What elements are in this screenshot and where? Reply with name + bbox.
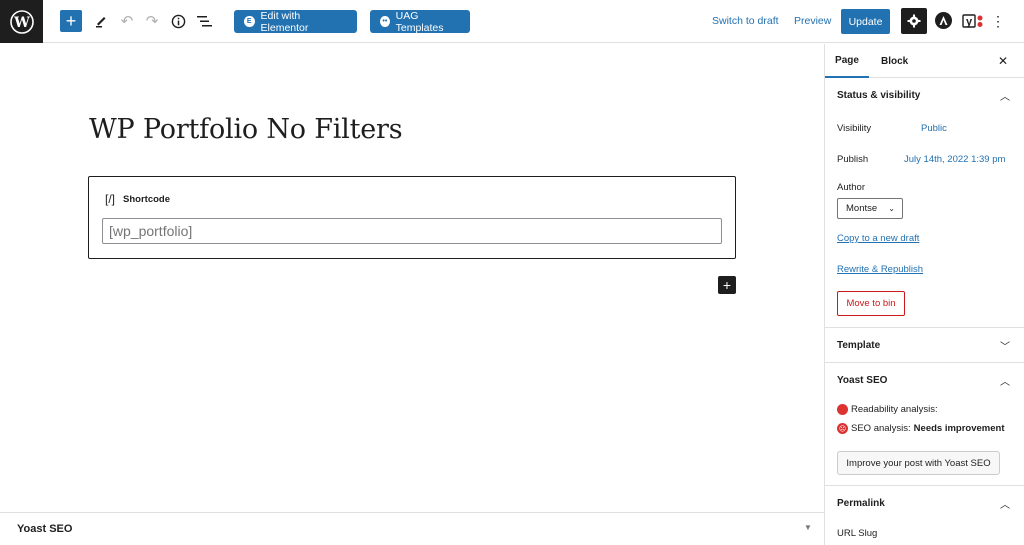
yoast-metabox-title: Yoast SEO	[17, 523, 73, 535]
redo-icon: ↷	[145, 13, 159, 30]
info-icon	[171, 14, 185, 28]
close-icon: ✕	[998, 54, 1009, 68]
shortcode-icon: [/]	[105, 192, 116, 206]
copy-to-new-draft-link[interactable]: Copy to a new draft	[837, 233, 919, 244]
status-visibility-panel-toggle[interactable]: Status & visibility ︿	[825, 78, 1024, 112]
settings-button[interactable]	[901, 8, 927, 34]
astra-settings-button[interactable]	[935, 12, 952, 29]
rewrite-republish-link[interactable]: Rewrite & Republish	[837, 264, 923, 275]
settings-sidebar: Page Block ✕ Status & visibility ︿ Visib…	[824, 44, 1024, 545]
chevron-down-icon: ﹀	[1000, 341, 1010, 353]
options-menu-button[interactable]: ⋮	[991, 11, 1005, 31]
shortcode-block-name: Shortcode	[123, 193, 170, 205]
edit-with-elementor-label: Edit with Elementor	[260, 9, 309, 34]
post-title[interactable]: WP Portfolio No Filters	[89, 114, 403, 145]
svg-text:y: y	[966, 16, 973, 28]
tab-page[interactable]: Page	[825, 44, 869, 78]
seo-analysis: ☹ SEO analysis: Needs improvement	[837, 423, 1004, 434]
wordpress-icon: W	[9, 9, 34, 34]
more-vertical-icon: ⋮	[991, 12, 1005, 29]
uag-templates-label: UAG Templates	[395, 9, 444, 34]
seo-analysis-value: Needs improvement	[913, 423, 1005, 434]
publish-date[interactable]: July 14th, 2022 1:39 pm	[904, 154, 1005, 165]
plus-icon: +	[65, 11, 77, 31]
tools-button[interactable]	[90, 10, 112, 32]
switch-to-draft-button[interactable]: Switch to draft	[712, 10, 779, 32]
author-value: Montse	[846, 203, 878, 214]
wordpress-logo-button[interactable]: W	[0, 0, 43, 43]
yoast-panel-toggle[interactable]: Yoast SEO ︿	[825, 363, 1024, 397]
sidebar-tabs: Page Block ✕	[825, 44, 1024, 78]
readability-label: Readability analysis:	[851, 404, 938, 415]
status-visibility-title: Status & visibility	[837, 89, 921, 101]
undo-button[interactable]: ↶	[116, 10, 138, 32]
yoast-icon: y	[962, 14, 983, 28]
author-select[interactable]: Montse ⌄	[837, 198, 903, 219]
list-view-icon	[196, 15, 212, 26]
preview-button[interactable]: Preview	[794, 10, 831, 32]
template-title: Template	[837, 339, 881, 351]
readability-analysis: Readability analysis:	[837, 404, 938, 415]
shortcode-block[interactable]: [/] Shortcode	[88, 176, 736, 259]
chevron-down-icon: ⌄	[888, 204, 895, 213]
block-inserter-button[interactable]: +	[60, 10, 82, 32]
editor-toolbar: W + ↶ ↷ E Edit with Elementor •• UAG Tem…	[0, 0, 1024, 43]
astra-icon	[939, 16, 948, 25]
url-slug-label: URL Slug	[837, 528, 878, 539]
readability-status-icon	[837, 404, 848, 415]
list-view-button[interactable]	[193, 10, 215, 32]
gear-icon	[907, 14, 921, 28]
add-block-button[interactable]: +	[718, 276, 736, 294]
redo-button[interactable]: ↷	[141, 10, 163, 32]
move-to-bin-button[interactable]: Move to bin	[837, 291, 905, 316]
visibility-value[interactable]: Public	[921, 123, 947, 134]
uag-templates-button[interactable]: •• UAG Templates	[370, 9, 470, 34]
author-label: Author	[837, 182, 865, 193]
caret-down-icon[interactable]: ▼	[804, 523, 812, 532]
pencil-icon	[96, 17, 106, 28]
elementor-icon: E	[244, 16, 255, 27]
svg-text:W: W	[13, 15, 30, 31]
yoast-panel-title: Yoast SEO	[837, 374, 888, 386]
chevron-up-icon: ︿	[1000, 499, 1010, 511]
shortcode-input[interactable]	[102, 218, 722, 244]
yoast-metabox[interactable]: Yoast SEO ▼	[0, 512, 824, 545]
uag-icon: ••	[380, 16, 390, 27]
edit-with-elementor-button[interactable]: E Edit with Elementor	[234, 9, 357, 34]
permalink-panel-toggle[interactable]: Permalink ︿	[825, 486, 1024, 520]
visibility-label: Visibility	[837, 123, 872, 134]
sad-face-icon: ☹	[837, 423, 848, 434]
publish-label: Publish	[837, 154, 869, 165]
permalink-title: Permalink	[837, 497, 885, 509]
undo-icon: ↶	[120, 13, 134, 30]
improve-yoast-button[interactable]: Improve your post with Yoast SEO	[837, 451, 1000, 475]
details-button[interactable]	[167, 10, 189, 32]
chevron-up-icon: ︿	[1000, 376, 1010, 388]
yoast-button[interactable]: y	[962, 11, 984, 31]
close-sidebar-button[interactable]: ✕	[998, 44, 1008, 78]
shortcode-block-label: [/] Shortcode	[105, 192, 170, 206]
chevron-up-icon: ︿	[1000, 91, 1010, 103]
template-panel-toggle[interactable]: Template ﹀	[825, 328, 1024, 362]
update-button[interactable]: Update	[841, 9, 890, 34]
tab-block[interactable]: Block	[881, 44, 908, 78]
seo-analysis-label: SEO analysis:	[851, 423, 911, 434]
plus-icon: +	[722, 277, 732, 293]
